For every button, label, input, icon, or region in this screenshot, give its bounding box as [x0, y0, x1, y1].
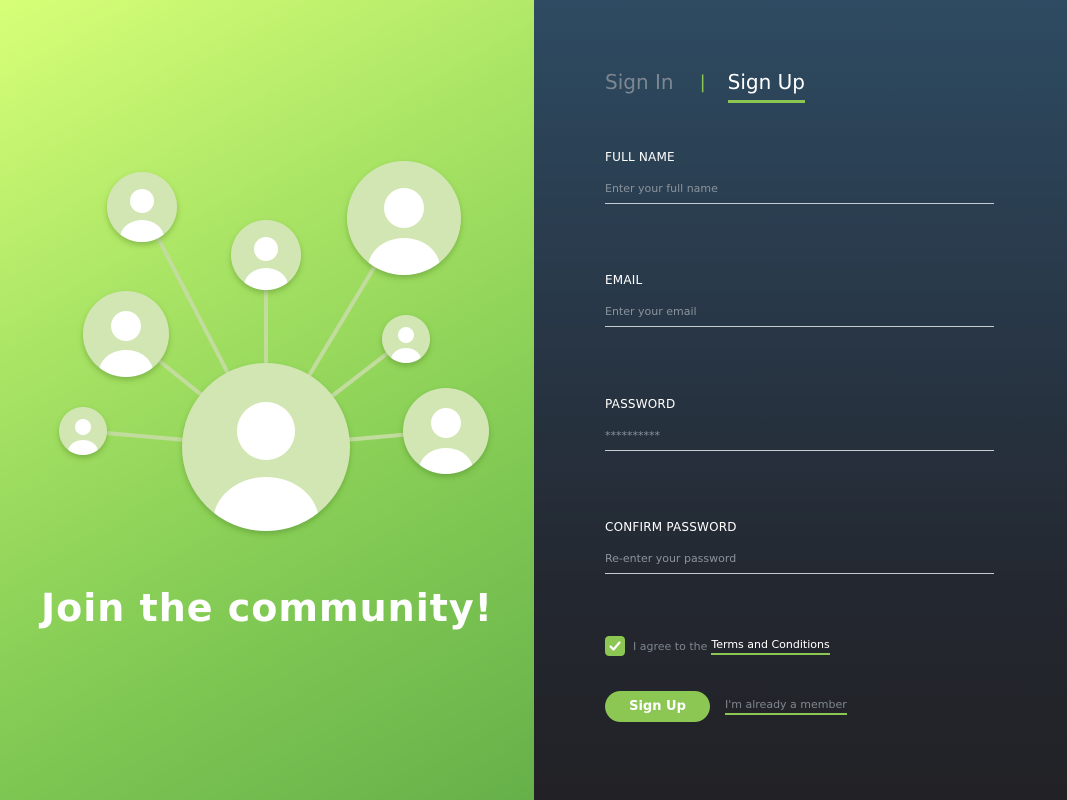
full-name-input[interactable] [605, 182, 994, 204]
user-avatar-icon [382, 315, 430, 363]
agree-checkbox[interactable] [605, 636, 625, 656]
email-input[interactable] [605, 305, 994, 327]
user-avatar-icon [347, 161, 461, 275]
password-label: PASSWORD [605, 397, 676, 411]
tab-sign-up[interactable]: Sign Up [727, 70, 805, 103]
hero-panel: Join the community! [0, 0, 534, 800]
form-actions: Sign Up I'm already a member [605, 691, 847, 722]
tab-separator: | [699, 72, 706, 93]
full-name-field: FULL NAME [605, 150, 994, 204]
password-input[interactable] [605, 429, 994, 451]
hero-tagline: Join the community! [41, 586, 493, 630]
confirm-password-field: CONFIRM PASSWORD [605, 520, 994, 574]
user-avatar-icon [182, 363, 350, 531]
signup-panel: Sign In | Sign Up FULL NAME EMAIL PASSWO… [534, 0, 1067, 800]
password-field: PASSWORD [605, 397, 994, 451]
auth-tabs: Sign In | Sign Up [605, 70, 805, 110]
confirm-password-label: CONFIRM PASSWORD [605, 520, 737, 534]
community-network-illustration [59, 161, 489, 531]
terms-agreement: I agree to the Terms and Conditions [605, 636, 830, 656]
user-avatar-icon [59, 407, 107, 455]
user-avatar-icon [403, 388, 489, 474]
already-member-link[interactable]: I'm already a member [725, 698, 847, 715]
user-avatar-icon [107, 172, 177, 242]
tab-sign-in[interactable]: Sign In [605, 70, 674, 100]
email-label: EMAIL [605, 273, 643, 287]
confirm-password-input[interactable] [605, 552, 994, 574]
agree-text: I agree to the [633, 639, 708, 653]
sign-up-button[interactable]: Sign Up [605, 691, 710, 722]
email-field: EMAIL [605, 273, 994, 327]
user-avatar-icon [83, 291, 169, 377]
check-icon [609, 641, 621, 651]
full-name-label: FULL NAME [605, 150, 675, 164]
terms-link[interactable]: Terms and Conditions [711, 638, 830, 655]
